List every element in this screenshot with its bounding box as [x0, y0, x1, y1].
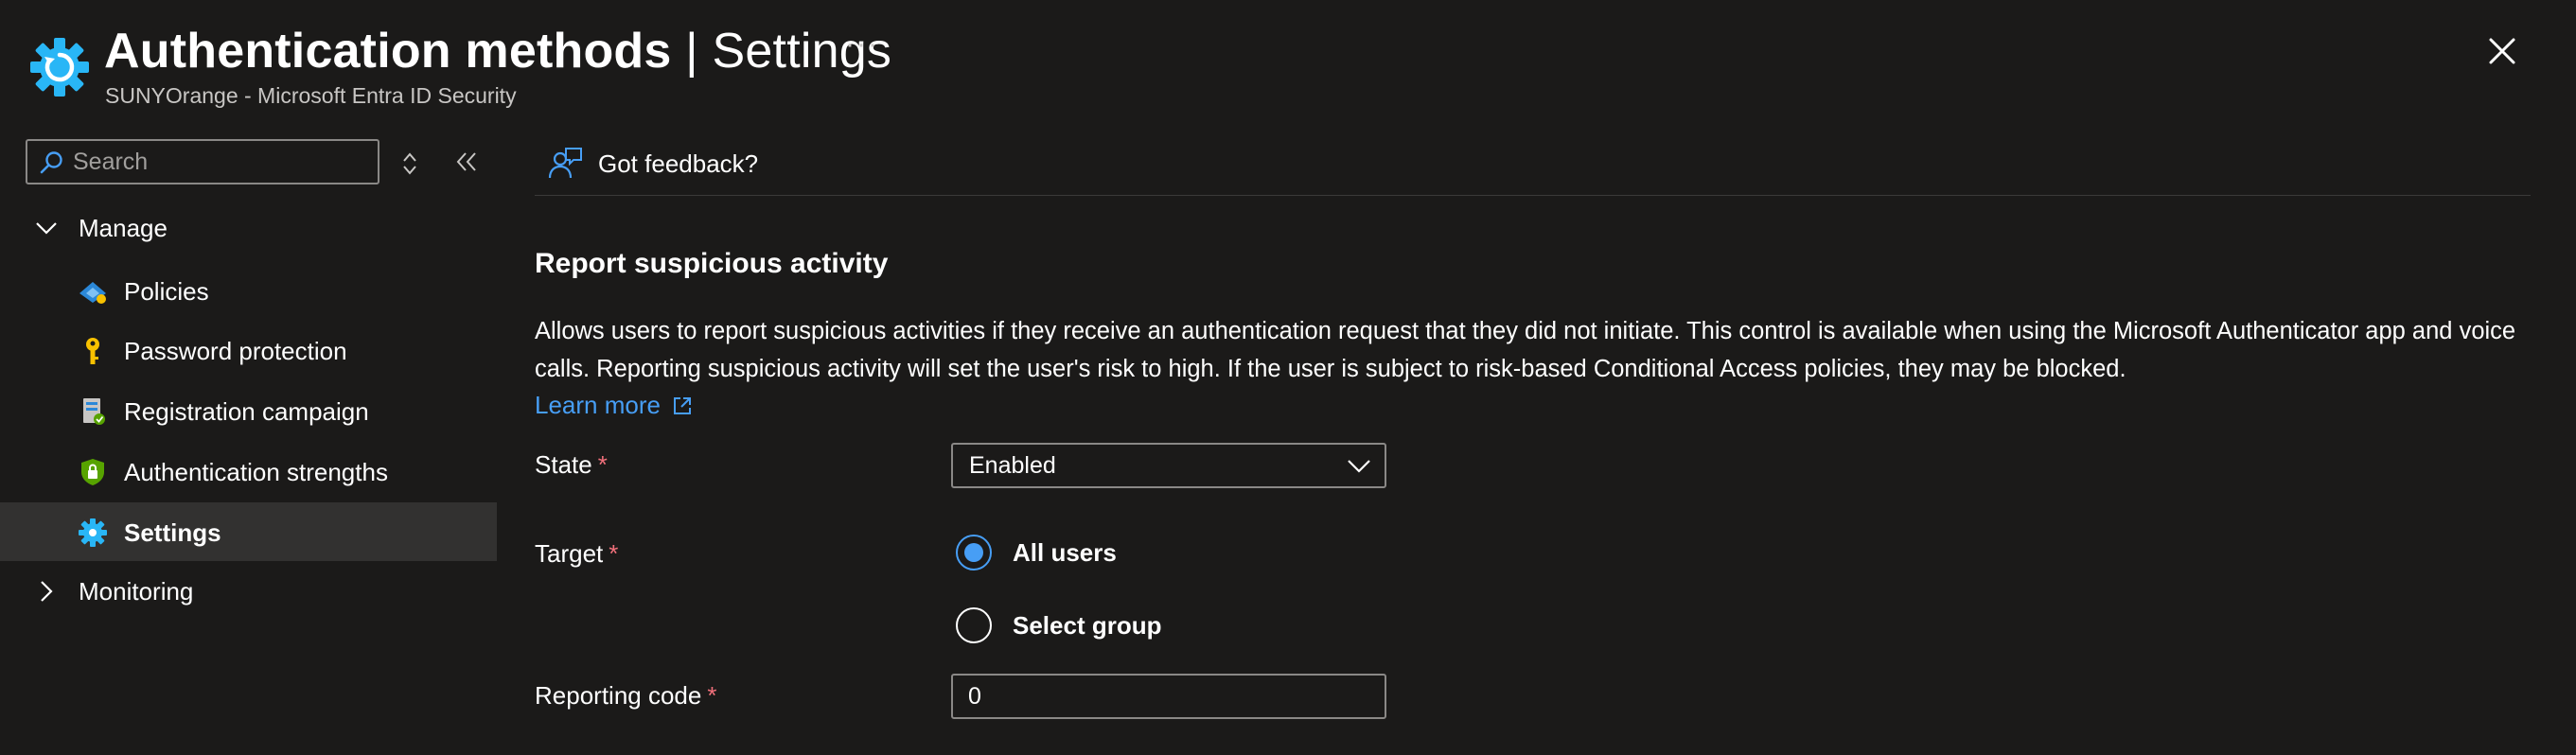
- state-label-text: State: [535, 450, 592, 479]
- external-link-icon: [673, 396, 691, 414]
- registration-campaign-icon: [83, 398, 105, 425]
- shield-lock-icon: [81, 459, 104, 485]
- section-description: Allows users to report suspicious activi…: [535, 318, 2516, 382]
- settings-gear-icon: [30, 38, 89, 97]
- learn-more-label: Learn more: [535, 391, 661, 419]
- chevron-down-icon: [1348, 460, 1370, 473]
- sidebar-item-label: Settings: [124, 518, 221, 547]
- radio-unchecked-icon[interactable]: [956, 607, 992, 643]
- target-option-select-group[interactable]: Select group: [956, 606, 1161, 645]
- radio-label: Select group: [1013, 610, 1162, 640]
- chevron-down-icon: [36, 222, 57, 235]
- search-field[interactable]: [26, 139, 379, 184]
- required-indicator: *: [609, 539, 619, 568]
- nav-group-label: Monitoring: [79, 577, 194, 606]
- state-dropdown-value: Enabled: [969, 452, 1056, 479]
- required-indicator: *: [597, 450, 608, 479]
- target-option-all-users[interactable]: All users: [956, 533, 1117, 572]
- radio-checked-icon[interactable]: [956, 535, 992, 571]
- nav-group-monitoring[interactable]: Monitoring: [0, 564, 497, 619]
- page-title-main: Authentication methods: [104, 24, 672, 79]
- target-label-text: Target: [535, 539, 604, 568]
- sidebar-item-policies[interactable]: Policies: [0, 261, 497, 320]
- chevron-right-icon: [41, 581, 53, 602]
- search-input[interactable]: [73, 147, 366, 177]
- toolbar-divider: [535, 195, 2531, 196]
- sidebar-item-registration-campaign[interactable]: Registration campaign: [0, 381, 497, 440]
- nav-group-manage[interactable]: Manage: [0, 201, 497, 255]
- auth-methods-settings-blade: Authentication methods | Settings SUNYOr…: [0, 0, 2576, 755]
- close-icon[interactable]: [2479, 28, 2525, 74]
- sidebar-item-label: Password protection: [124, 337, 347, 365]
- page-subtitle: SUNYOrange - Microsoft Entra ID Security: [105, 83, 517, 108]
- state-label: State *: [535, 450, 608, 480]
- feedback-label: Got feedback?: [598, 149, 759, 178]
- sidebar-item-authentication-strengths[interactable]: Authentication strengths: [0, 442, 497, 500]
- reporting-code-label-text: Reporting code: [535, 681, 702, 710]
- sidebar-item-settings[interactable]: Settings: [0, 502, 497, 561]
- collapse-sidebar-icon[interactable]: [452, 148, 481, 176]
- policies-icon: [79, 282, 106, 304]
- learn-more-link[interactable]: Learn more: [535, 391, 693, 420]
- got-feedback-button[interactable]: Got feedback?: [547, 142, 758, 185]
- key-icon: [86, 338, 99, 364]
- reporting-code-field[interactable]: [951, 674, 1386, 719]
- sidebar-item-password-protection[interactable]: Password protection: [0, 321, 497, 379]
- required-indicator: *: [707, 681, 717, 710]
- sidebar-item-label: Authentication strengths: [124, 458, 388, 486]
- sidebar-item-label: Registration campaign: [124, 397, 369, 426]
- section-title: Report suspicious activity: [535, 248, 889, 279]
- more-options-button[interactable]: ···: [845, 28, 879, 61]
- reporting-code-input[interactable]: [968, 681, 1366, 711]
- nav-group-label: Manage: [79, 214, 168, 242]
- search-icon: [40, 151, 62, 174]
- state-dropdown[interactable]: Enabled: [951, 443, 1386, 488]
- page-title-separator: |: [685, 24, 698, 79]
- radio-label: All users: [1013, 537, 1117, 567]
- target-label: Target *: [535, 539, 618, 569]
- sort-toggle-icon[interactable]: [396, 149, 424, 178]
- sidebar-item-label: Policies: [124, 277, 209, 306]
- gear-icon: [79, 518, 107, 547]
- reporting-code-label: Reporting code *: [535, 681, 716, 711]
- page-title: Authentication methods | Settings: [104, 23, 891, 79]
- feedback-person-icon: [548, 148, 582, 179]
